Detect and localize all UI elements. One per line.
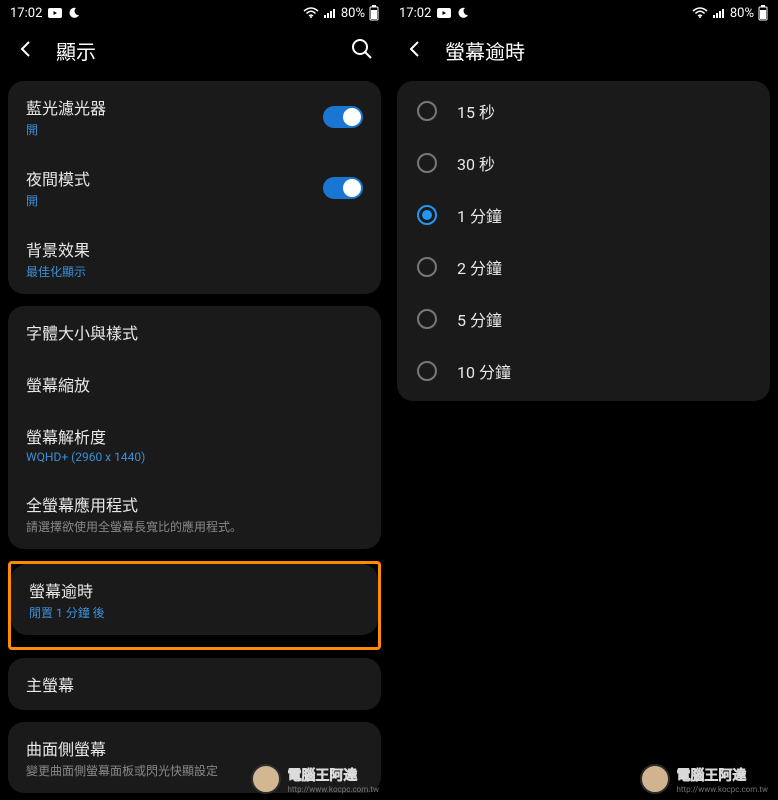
settings-card: 主螢幕 (8, 658, 381, 710)
header-left: 顯示 (0, 26, 389, 81)
status-right: 80% (303, 5, 379, 21)
setting-bg_effect[interactable]: 背景效果最佳化顯示 (8, 223, 381, 294)
setting-title: 螢幕解析度 (26, 424, 145, 448)
moon-icon (457, 7, 469, 19)
timeout-option[interactable]: 5 分鐘 (397, 293, 770, 345)
setting-title: 螢幕逾時 (29, 578, 105, 602)
setting-fullscreen[interactable]: 全螢幕應用程式請選擇欲使用全螢幕長寬比的應用程式。 (8, 478, 381, 549)
radio-icon (417, 101, 437, 121)
youtube-icon (48, 8, 62, 18)
setting-title: 字體大小與樣式 (26, 320, 138, 344)
setting-blue_light[interactable]: 藍光濾光器開 (8, 81, 381, 152)
signal-icon (712, 7, 726, 19)
back-button[interactable] (405, 39, 425, 63)
status-right: 80% (692, 5, 768, 21)
timeout-content[interactable]: 15 秒 30 秒 1 分鐘 2 分鐘 5 分鐘 10 分鐘 (389, 81, 778, 800)
wifi-icon (303, 7, 319, 19)
setting-title: 夜間模式 (26, 166, 90, 190)
toggle-night_mode[interactable] (323, 177, 363, 199)
watermark-url: http://www.kocpc.com.tw (676, 785, 768, 794)
watermark: 電腦王阿達 http://www.kocpc.com.tw (251, 764, 379, 794)
watermark-face-icon (640, 764, 670, 794)
radio-icon (417, 257, 437, 277)
battery-percent: 80% (730, 6, 754, 21)
setting-home[interactable]: 主螢幕 (8, 658, 381, 710)
phone-left: 17:02 80% 顯示 藍光濾光器開夜間模式開背景效果最佳化顯示字體大小與樣式… (0, 0, 389, 800)
watermark-text: 電腦王阿達 (287, 765, 379, 785)
radio-label: 2 分鐘 (457, 255, 502, 279)
watermark-url: http://www.kocpc.com.tw (287, 785, 379, 794)
timeout-option[interactable]: 30 秒 (397, 137, 770, 189)
setting-subtitle: 變更曲面側螢幕面板或閃光快顯設定 (26, 762, 218, 779)
signal-icon (323, 7, 337, 19)
setting-subtitle: 閒置 1 分鐘 後 (29, 604, 105, 621)
battery-percent: 80% (341, 6, 365, 21)
setting-subtitle: 最佳化顯示 (26, 263, 90, 280)
watermark: 電腦王阿達 http://www.kocpc.com.tw (640, 764, 768, 794)
settings-card: 字體大小與樣式螢幕縮放螢幕解析度 WQHD+ (2960 x 1440) 全螢幕應用… (8, 306, 381, 549)
radio-icon (417, 205, 437, 225)
setting-title: 藍光濾光器 (26, 95, 106, 119)
setting-subtitle: WQHD+ (2960 x 1440) (26, 450, 145, 464)
setting-title: 螢幕縮放 (26, 372, 90, 396)
toggle-blue_light[interactable] (323, 106, 363, 128)
timeout-option[interactable]: 10 分鐘 (397, 345, 770, 397)
setting-zoom[interactable]: 螢幕縮放 (8, 358, 381, 410)
setting-title: 背景效果 (26, 237, 90, 261)
radio-label: 5 分鐘 (457, 307, 502, 331)
radio-label: 10 分鐘 (457, 359, 511, 383)
watermark-face-icon (251, 764, 281, 794)
setting-subtitle: 開 (26, 121, 106, 138)
setting-subtitle: 請選擇欲使用全螢幕長寬比的應用程式。 (26, 518, 242, 535)
radio-label: 1 分鐘 (457, 203, 502, 227)
header-right: 螢幕逾時 (389, 26, 778, 81)
watermark-text: 電腦王阿達 (676, 765, 768, 785)
youtube-icon (437, 8, 451, 18)
radio-icon (417, 361, 437, 381)
timeout-option[interactable]: 2 分鐘 (397, 241, 770, 293)
radio-icon (417, 153, 437, 173)
status-left: 17:02 (10, 6, 80, 21)
setting-night_mode[interactable]: 夜間模式開 (8, 152, 381, 223)
highlighted-setting: 螢幕逾時閒置 1 分鐘 後 (8, 561, 381, 650)
back-button[interactable] (16, 39, 36, 63)
timeout-radio-list: 15 秒 30 秒 1 分鐘 2 分鐘 5 分鐘 10 分鐘 (397, 81, 770, 401)
settings-card: 藍光濾光器開夜間模式開背景效果最佳化顯示 (8, 81, 381, 294)
battery-icon (369, 5, 379, 21)
settings-content[interactable]: 藍光濾光器開夜間模式開背景效果最佳化顯示字體大小與樣式螢幕縮放螢幕解析度WQHD… (0, 81, 389, 800)
search-button[interactable] (351, 38, 373, 64)
setting-title: 曲面側螢幕 (26, 736, 218, 760)
setting-resolution[interactable]: 螢幕解析度 WQHD+ (2960 x 1440) (8, 410, 381, 478)
setting-timeout[interactable]: 螢幕逾時閒置 1 分鐘 後 (11, 564, 378, 635)
wifi-icon (692, 7, 708, 19)
setting-font[interactable]: 字體大小與樣式 (8, 306, 381, 358)
status-time: 17:02 (399, 6, 431, 21)
setting-title: 主螢幕 (26, 672, 74, 696)
status-left: 17:02 (399, 6, 469, 21)
page-title: 螢幕逾時 (445, 36, 762, 65)
timeout-option[interactable]: 15 秒 (397, 85, 770, 137)
status-time: 17:02 (10, 6, 42, 21)
radio-icon (417, 309, 437, 329)
setting-title: 全螢幕應用程式 (26, 492, 242, 516)
page-title: 顯示 (56, 36, 331, 65)
status-bar: 17:02 80% (0, 0, 389, 26)
setting-subtitle: 開 (26, 192, 90, 209)
settings-card: 螢幕逾時閒置 1 分鐘 後 (11, 564, 378, 635)
phone-right: 17:02 80% 螢幕逾時 15 秒 30 秒 1 分鐘 2 分鐘 5 分鐘 10 分鐘… (389, 0, 778, 800)
status-bar: 17:02 80% (389, 0, 778, 26)
moon-icon (68, 7, 80, 19)
radio-label: 15 秒 (457, 99, 495, 123)
radio-label: 30 秒 (457, 151, 495, 175)
timeout-option[interactable]: 1 分鐘 (397, 189, 770, 241)
battery-icon (758, 5, 768, 21)
